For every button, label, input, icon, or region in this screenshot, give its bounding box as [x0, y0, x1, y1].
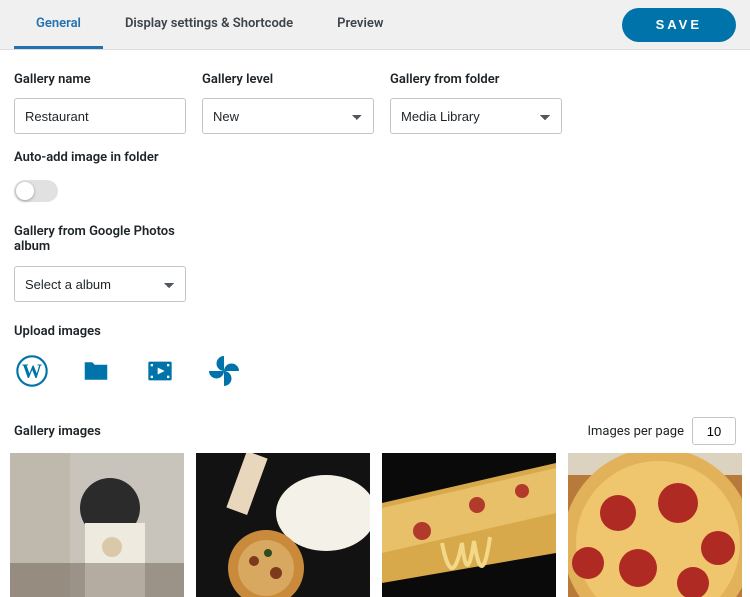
google-photos-select[interactable]: Select a album [14, 266, 186, 302]
google-photos-pinwheel-icon[interactable] [206, 353, 242, 389]
save-button[interactable]: SAVE [622, 8, 736, 42]
auto-add-toggle[interactable] [14, 180, 58, 202]
svg-text:W: W [22, 361, 42, 383]
gallery-thumbnail[interactable] [10, 453, 184, 597]
gallery-name-label: Gallery name [14, 72, 186, 88]
gallery-images-label: Gallery images [14, 424, 101, 439]
images-per-page-input[interactable] [692, 417, 736, 445]
tab-bar: General Display settings & Shortcode Pre… [0, 0, 750, 50]
gallery-thumbnail[interactable] [196, 453, 370, 597]
images-per-page-label: Images per page [587, 424, 684, 439]
gallery-grid [10, 453, 736, 597]
upload-images-label: Upload images [14, 324, 736, 339]
gallery-thumbnail[interactable] [568, 453, 742, 597]
gallery-name-input[interactable] [14, 98, 186, 134]
tab-preview[interactable]: Preview [315, 0, 405, 49]
gallery-level-label: Gallery level [202, 72, 374, 88]
gallery-level-select[interactable]: New [202, 98, 374, 134]
auto-add-label: Auto-add image in folder [14, 150, 174, 166]
google-photos-label: Gallery from Google Photos album [14, 224, 186, 256]
gallery-folder-select[interactable]: Media Library [390, 98, 562, 134]
tab-display-shortcode[interactable]: Display settings & Shortcode [103, 0, 315, 49]
tab-general[interactable]: General [14, 0, 103, 49]
wordpress-icon[interactable]: W [14, 353, 50, 389]
folder-icon[interactable] [78, 353, 114, 389]
video-icon[interactable] [142, 353, 178, 389]
gallery-folder-label: Gallery from folder [390, 72, 562, 88]
gallery-thumbnail[interactable] [382, 453, 556, 597]
